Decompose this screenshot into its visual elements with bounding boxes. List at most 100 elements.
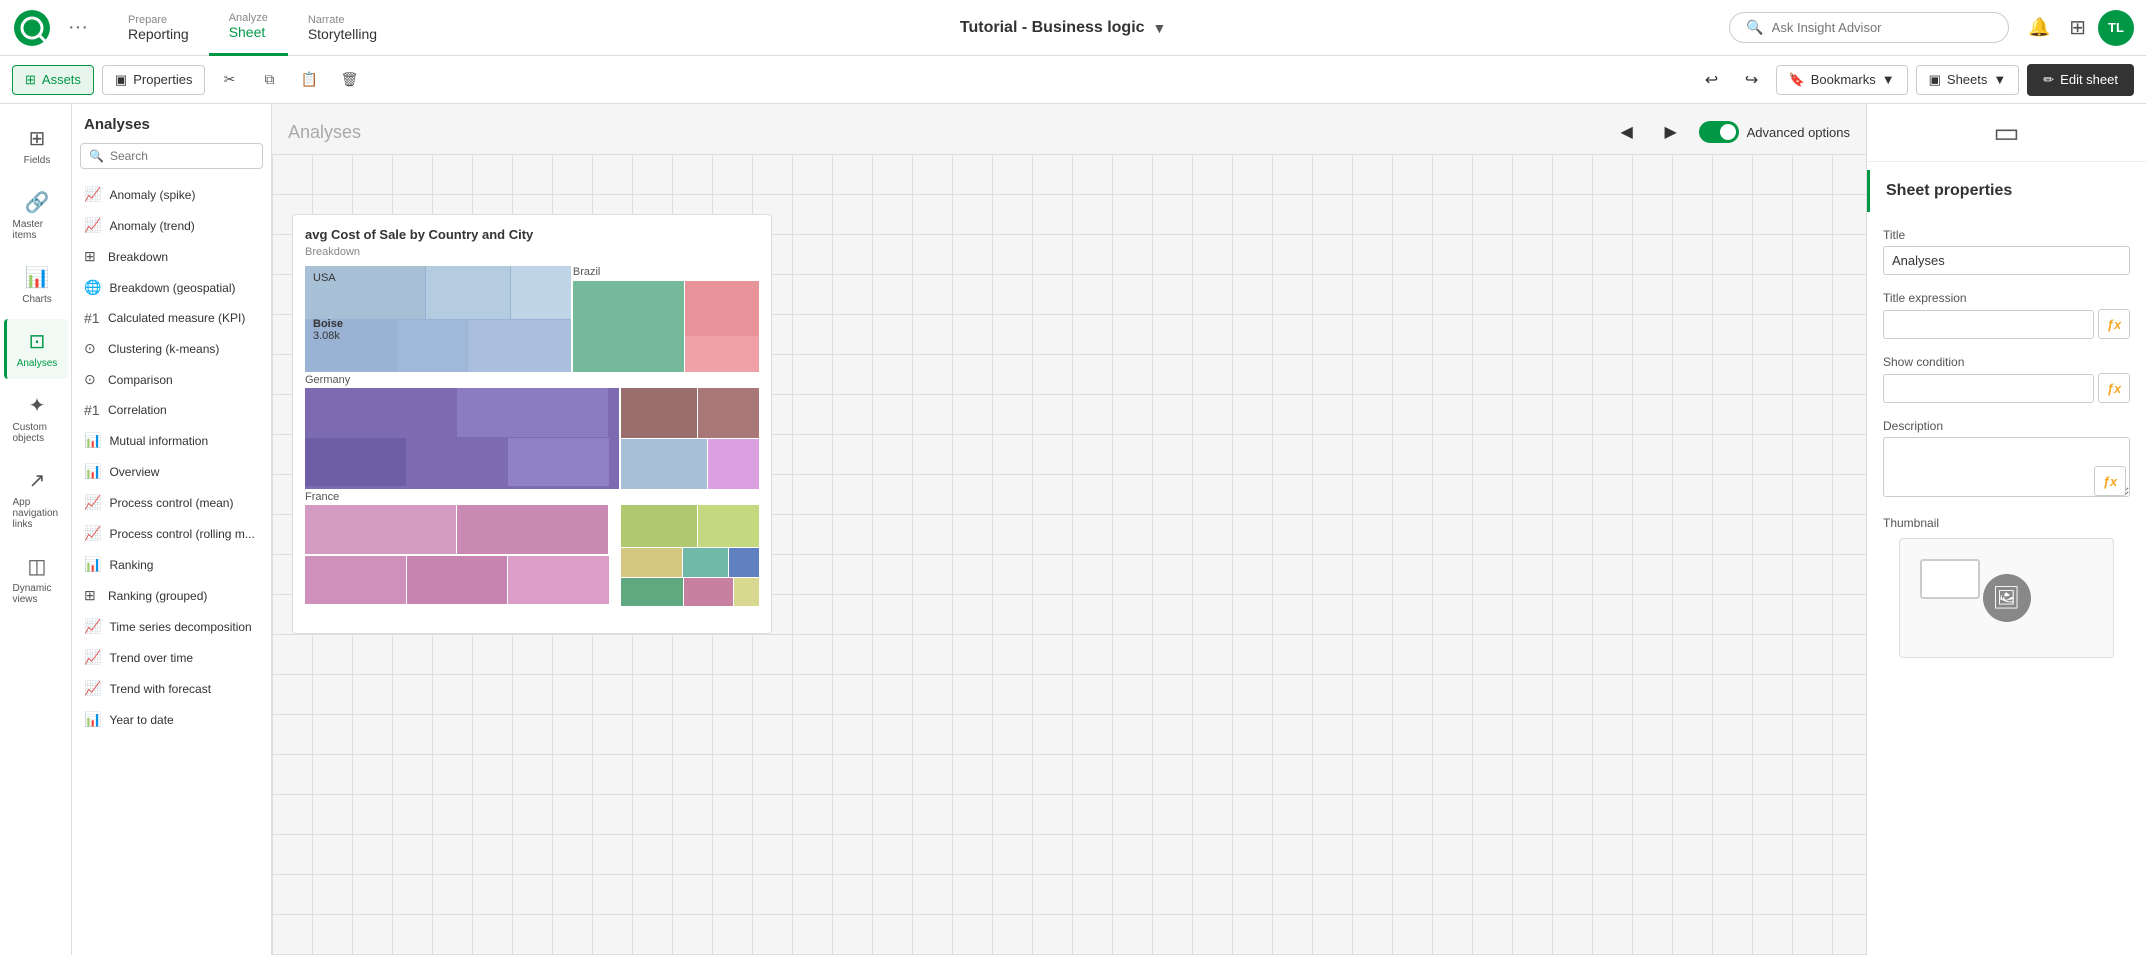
paste-button[interactable]: 📋 <box>293 64 325 96</box>
analyses-panel: Analyses 🔍 📈 Anomaly (spike) 📈 Anomaly (… <box>72 104 272 955</box>
show-condition-fx-button[interactable]: ƒx <box>2098 373 2130 403</box>
title-field: Title <box>1867 220 2146 283</box>
list-item[interactable]: ⊞ Breakdown <box>72 241 271 272</box>
list-item[interactable]: ⊞ Ranking (grouped) <box>72 580 271 611</box>
title-expression-field: Title expression ƒx <box>1867 283 2146 347</box>
thumbnail-upload-button[interactable]: 🖼 <box>1983 574 2031 622</box>
analysis-type-icon: 📈 <box>84 649 101 666</box>
canvas-area: Analyses ◀ ▶ Advanced options avg Cost o… <box>272 104 1866 955</box>
sheets-button[interactable]: ▣ Sheets ▼ <box>1916 65 2020 95</box>
sidebar-item-custom-objects[interactable]: ✦ Custom objects <box>4 383 68 454</box>
edit-sheet-button[interactable]: ✏ Edit sheet <box>2027 64 2134 96</box>
sidebar-item-fields[interactable]: ⊞ Fields <box>4 116 68 176</box>
list-item[interactable]: #1 Calculated measure (KPI) <box>72 303 271 333</box>
fields-icon: ⊞ <box>29 126 46 151</box>
redo-button[interactable]: ↪ <box>1736 64 1768 96</box>
list-item[interactable]: 📊 Mutual information <box>72 425 271 456</box>
description-fx-button[interactable]: ƒx <box>2094 466 2126 496</box>
copy-button[interactable]: ⧉ <box>253 64 285 96</box>
next-analysis-button[interactable]: ▶ <box>1655 116 1687 148</box>
analysis-item-label: Comparison <box>108 373 173 387</box>
title-input[interactable] <box>1883 246 2130 275</box>
list-item[interactable]: 📈 Trend over time <box>72 642 271 673</box>
more-options-icon[interactable]: ··· <box>68 16 88 39</box>
germany-right <box>621 388 759 489</box>
qlik-logo[interactable] <box>12 8 52 48</box>
sidebar-item-dynamic-views[interactable]: ◫ Dynamic views <box>4 544 68 615</box>
analysis-type-icon: 📈 <box>84 618 101 635</box>
properties-button[interactable]: ▣ Properties <box>102 65 206 95</box>
list-item[interactable]: 📈 Anomaly (trend) <box>72 210 271 241</box>
undo-button[interactable]: ↩ <box>1696 64 1728 96</box>
germany-cells <box>305 388 619 489</box>
france-cells <box>305 505 619 606</box>
list-item[interactable]: #1 Correlation <box>72 395 271 425</box>
analysis-item-label: Ranking <box>109 558 153 572</box>
description-wrapper: ƒx <box>1883 437 2130 500</box>
description-input[interactable] <box>1883 437 2130 497</box>
analyses-search-input[interactable] <box>110 149 254 163</box>
sidebar-item-app-nav[interactable]: ↗ App navigation links <box>4 458 68 540</box>
analyses-panel-title: Analyses <box>72 116 271 143</box>
fields-label: Fields <box>24 155 51 166</box>
nav-prepare[interactable]: Prepare Reporting <box>108 0 209 56</box>
apps-grid-icon[interactable]: ⊞ <box>2069 15 2086 40</box>
list-item[interactable]: ⊙ Comparison <box>72 364 271 395</box>
list-item[interactable]: 📈 Process control (rolling m... <box>72 518 271 549</box>
chart-title: avg Cost of Sale by Country and City <box>305 227 759 242</box>
assets-icon: ⊞ <box>25 72 36 88</box>
title-expr-input[interactable] <box>1883 310 2094 339</box>
delete-button[interactable]: 🗑 <box>333 64 365 96</box>
assets-button[interactable]: ⊞ Assets <box>12 65 94 95</box>
show-condition-input[interactable] <box>1883 374 2094 403</box>
list-item[interactable]: 📈 Time series decomposition <box>72 611 271 642</box>
list-item[interactable]: 📊 Year to date <box>72 704 271 735</box>
app-nav-icon: ↗ <box>29 468 46 493</box>
nav-narrate[interactable]: Narrate Storytelling <box>288 0 397 56</box>
analysis-item-label: Overview <box>109 465 159 479</box>
sheets-icon: ▣ <box>1929 72 1941 88</box>
sidebar-item-master-items[interactable]: 🔗 Master items <box>4 180 68 251</box>
show-condition-field: Show condition ƒx <box>1867 347 2146 411</box>
list-item[interactable]: 📈 Trend with forecast <box>72 673 271 704</box>
insight-advisor-search[interactable]: 🔍 <box>1729 12 2009 43</box>
title-expr-fx-button[interactable]: ƒx <box>2098 309 2130 339</box>
properties-icon: ▣ <box>115 72 127 88</box>
list-item[interactable]: 📈 Anomaly (spike) <box>72 179 271 210</box>
analysis-type-icon: 🌐 <box>84 279 101 296</box>
list-item[interactable]: ⊙ Clustering (k-means) <box>72 333 271 364</box>
prev-analysis-button[interactable]: ◀ <box>1611 116 1643 148</box>
analysis-type-icon: #1 <box>84 402 100 418</box>
nav-analyze[interactable]: Analyze Sheet <box>209 0 288 56</box>
app-title-dropdown-icon[interactable]: ▼ <box>1153 20 1167 36</box>
charts-label: Charts <box>22 294 51 305</box>
show-condition-label: Show condition <box>1883 355 2130 369</box>
analysis-item-label: Anomaly (trend) <box>109 219 194 233</box>
analysis-type-icon: ⊙ <box>84 340 100 357</box>
bookmarks-button[interactable]: 🔖 Bookmarks ▼ <box>1776 65 1908 95</box>
description-label: Description <box>1883 419 2130 433</box>
cut-button[interactable]: ✂ <box>213 64 245 96</box>
analysis-type-icon: 📈 <box>84 494 101 511</box>
advanced-options-switch[interactable] <box>1699 121 1739 143</box>
app-nav-label: App navigation links <box>13 497 62 530</box>
sidebar-item-analyses[interactable]: ⊡ Analyses <box>4 319 68 379</box>
sidebar-item-charts[interactable]: 📊 Charts <box>4 255 68 315</box>
analyses-label: Analyses <box>17 358 58 369</box>
analysis-item-label: Mutual information <box>109 434 208 448</box>
bookmarks-dropdown-icon: ▼ <box>1882 72 1895 87</box>
list-item[interactable]: 🌐 Breakdown (geospatial) <box>72 272 271 303</box>
list-item[interactable]: 📊 Ranking <box>72 549 271 580</box>
notifications-button[interactable]: 🔔 <box>2021 10 2057 46</box>
analyses-search-box[interactable]: 🔍 <box>80 143 263 169</box>
search-input[interactable] <box>1772 20 1993 35</box>
treemap: USA Boise 3.08k <box>305 266 759 606</box>
list-item[interactable]: 📊 Overview <box>72 456 271 487</box>
list-item[interactable]: 📈 Process control (mean) <box>72 487 271 518</box>
analysis-type-icon: 📈 <box>84 680 101 697</box>
user-avatar[interactable]: TL <box>2098 10 2134 46</box>
analysis-type-icon: ⊞ <box>84 248 100 265</box>
sheet-properties-title: Sheet properties <box>1867 170 2146 212</box>
custom-objects-icon: ✦ <box>29 393 46 418</box>
dynamic-views-icon: ◫ <box>28 554 47 579</box>
